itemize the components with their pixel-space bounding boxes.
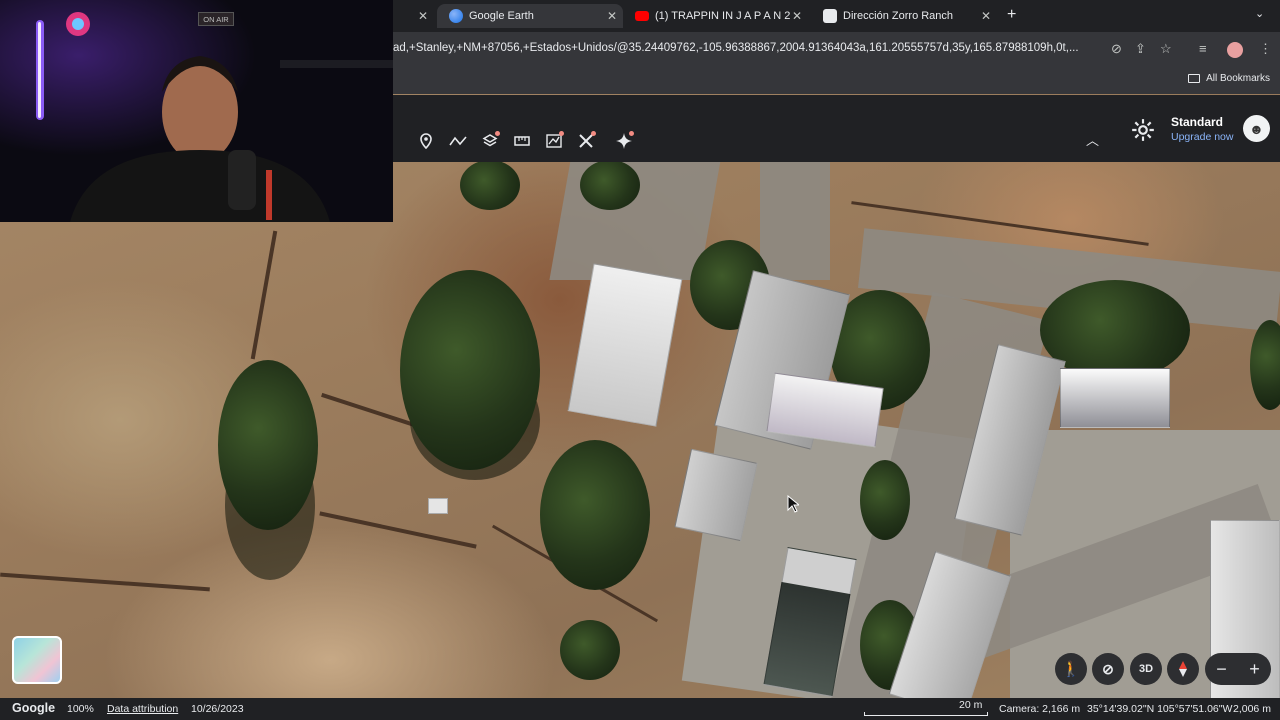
tab-google-earth[interactable]: Google Earth ✕ (437, 4, 623, 28)
notification-dot (591, 131, 596, 136)
building-rooftop (1060, 368, 1170, 428)
all-bookmarks-button[interactable]: All Bookmarks (1188, 73, 1270, 84)
tree (540, 440, 650, 590)
cursor-coordinates: 35°14'39.02"N 105°57'51.06"W (1087, 703, 1233, 715)
tree (460, 160, 520, 210)
collapse-chevron-icon[interactable]: ︿ (1086, 130, 1099, 149)
upgrade-link[interactable]: Upgrade now (1171, 131, 1233, 143)
tab-label: (1) TRAPPIN IN J A P A N 24 (655, 10, 790, 22)
gemini-button[interactable] (608, 125, 640, 157)
account-avatar[interactable]: ☻ (1243, 115, 1270, 142)
youtube-icon (635, 11, 649, 21)
tab-close-icon[interactable]: ✕ (981, 9, 991, 23)
measure-button[interactable] (506, 125, 538, 157)
toggle-3d-button[interactable]: 3D (1130, 653, 1162, 685)
street-view-pegman-button[interactable]: 🚶 (1055, 653, 1087, 685)
ground-elevation: 2,006 m (1233, 703, 1271, 715)
road (760, 160, 830, 280)
layers-button[interactable] (474, 125, 506, 157)
tree (1250, 320, 1280, 410)
zoom-in-icon[interactable]: + (1249, 659, 1260, 680)
tree (860, 460, 910, 540)
data-attribution-link[interactable]: Data attribution (107, 703, 178, 715)
ruler-icon (514, 136, 530, 146)
camera-altitude: Camera: 2,166 m (999, 703, 1081, 715)
compass-button[interactable] (1167, 653, 1199, 685)
settings-gear-icon[interactable] (1130, 117, 1156, 143)
scale-bar (864, 712, 988, 716)
bookmark-star-icon[interactable]: ☆ (1160, 41, 1172, 57)
earth-tool-row (410, 124, 640, 158)
plan-name: Standard (1171, 115, 1224, 129)
google-earth-icon (449, 9, 463, 23)
new-tab-icon[interactable]: + (1007, 6, 1016, 24)
placemark-icon (420, 133, 432, 149)
elevation-profile-button[interactable] (538, 125, 570, 157)
streamer-video-frame (0, 0, 393, 222)
plan-block: Standard Upgrade now (1171, 115, 1233, 143)
imagery-date: 10/26/2023 (191, 703, 244, 715)
google-logo: Google (12, 701, 56, 715)
path-icon (449, 136, 467, 146)
tree (218, 360, 318, 530)
page-icon (823, 9, 837, 23)
profile-avatar-icon[interactable] (1227, 42, 1243, 58)
zoom-out-icon[interactable]: − (1216, 659, 1227, 680)
chart-icon (546, 134, 562, 148)
folder-icon (1188, 74, 1201, 83)
zoom-controls: − + (1205, 653, 1271, 685)
install-app-icon[interactable]: ⇪ (1135, 41, 1146, 57)
media-controls-icon[interactable]: ≡ (1199, 41, 1207, 56)
notification-dot (559, 131, 564, 136)
tree (580, 160, 640, 210)
notification-dot (495, 131, 500, 136)
tab-zorro-ranch[interactable]: Dirección Zorro Ranch ✕ (821, 4, 997, 28)
status-bar: Google 100% Data attribution 10/26/2023 … (0, 698, 1280, 720)
zoom-level: 100% (67, 703, 94, 715)
no-tracking-icon[interactable]: ⊘ (1111, 41, 1122, 57)
on-air-sign: ON AIR (198, 12, 234, 26)
address-bar: ad,+Stanley,+NM+87056,+Estados+Unidos/@3… (393, 32, 1280, 68)
compass-needle-icon (1179, 661, 1187, 677)
webcam-overlay: ON AIR (0, 0, 393, 222)
scale-label: 20 m (959, 699, 983, 711)
all-bookmarks-label: All Bookmarks (1206, 73, 1270, 84)
tree (560, 620, 620, 680)
fence-line (0, 572, 210, 592)
browser-tab-bar: ✕ Google Earth ✕ (1) TRAPPIN IN J A P A … (393, 0, 1280, 32)
fence-line (319, 511, 477, 549)
mouse-cursor-icon (787, 495, 799, 513)
bookmarks-bar: All Bookmarks (393, 68, 1280, 94)
shed (428, 498, 448, 514)
toggle-north-button[interactable]: ⊘ (1092, 653, 1124, 685)
url-field[interactable]: ad,+Stanley,+NM+87056,+Estados+Unidos/@3… (393, 42, 1103, 54)
building-rooftop (567, 263, 683, 427)
fence-line (250, 230, 278, 360)
compass-off-icon: ⊘ (1102, 660, 1114, 677)
map-style-thumbnail[interactable] (12, 636, 62, 684)
pegman-icon: 🚶 (1061, 661, 1081, 678)
tree (400, 270, 540, 470)
add-placemark-button[interactable] (410, 125, 442, 157)
tab-close-icon[interactable]: ✕ (607, 9, 617, 23)
notification-dot (629, 131, 634, 136)
tools-button[interactable] (570, 125, 602, 157)
tab-close-icon[interactable]: ✕ (418, 9, 428, 23)
tab-youtube[interactable]: (1) TRAPPIN IN J A P A N 24 ✕ (633, 4, 808, 28)
kebab-menu-icon[interactable]: ⋮ (1259, 41, 1272, 57)
add-path-button[interactable] (442, 125, 474, 157)
alien-avatar-icon: ☻ (1249, 120, 1264, 137)
tab-close-icon[interactable]: ✕ (792, 9, 802, 23)
tab-search-icon[interactable]: ⌄ (1255, 7, 1264, 20)
tab-label: Dirección Zorro Ranch (843, 10, 954, 22)
tab-label: Google Earth (469, 10, 534, 22)
